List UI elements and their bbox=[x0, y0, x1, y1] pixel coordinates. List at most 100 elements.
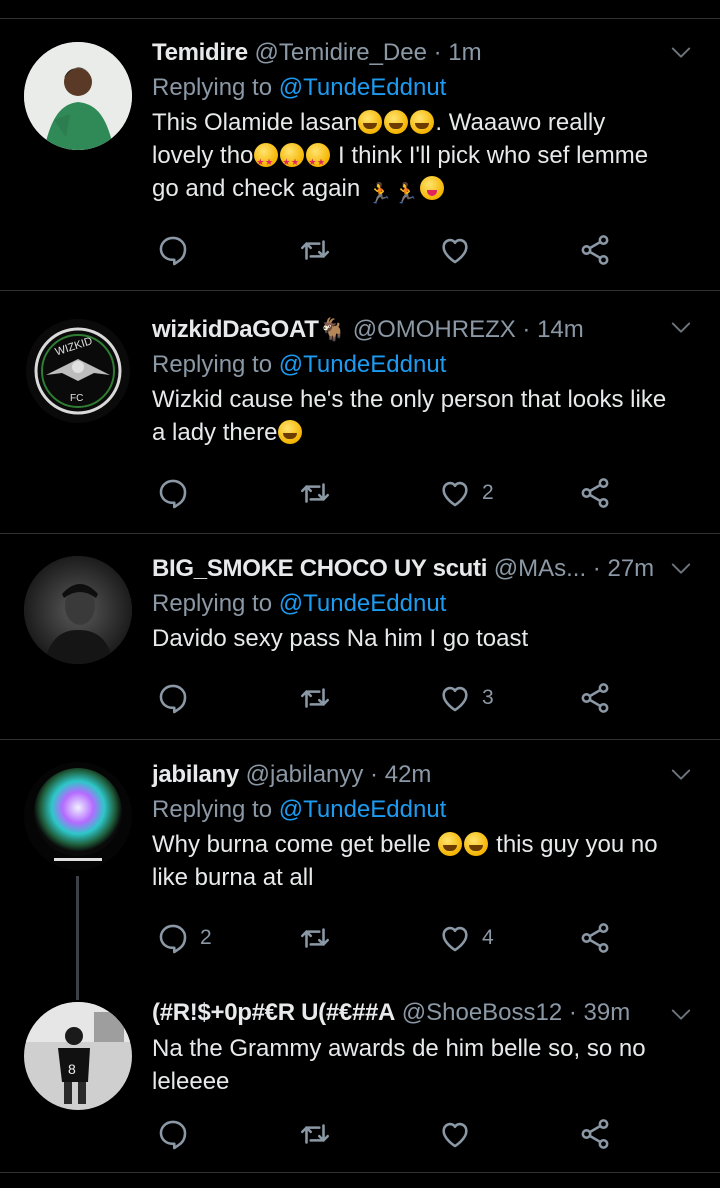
display-name[interactable]: BIG_SMOKE CHOCO UY scuti bbox=[152, 555, 487, 582]
running-emoji: 🏃 bbox=[367, 183, 393, 205]
user-handle[interactable]: @Temidire_Dee bbox=[255, 39, 427, 66]
timestamp[interactable]: 27m bbox=[607, 555, 654, 582]
share-button[interactable] bbox=[578, 1114, 612, 1154]
like-button[interactable]: 2 bbox=[438, 473, 494, 513]
tweet-header: Temidire @Temidire_Dee · 1m bbox=[152, 38, 696, 68]
avatar[interactable]: 8 bbox=[24, 1002, 132, 1110]
user-handle[interactable]: @MAs... bbox=[494, 555, 586, 582]
like-button[interactable]: 4 bbox=[438, 918, 494, 958]
retweet-icon bbox=[298, 476, 332, 510]
star-struck-emoji bbox=[306, 143, 331, 179]
tweet-text: Na the Grammy awards de him belle so, so… bbox=[152, 1032, 696, 1098]
display-name[interactable]: wizkidDaGOAT bbox=[152, 316, 319, 343]
grinning-emoji bbox=[384, 110, 409, 134]
user-handle[interactable]: @jabilanyy bbox=[246, 761, 364, 788]
like-button[interactable] bbox=[438, 1114, 482, 1154]
svg-text:8: 8 bbox=[68, 1061, 76, 1077]
mention-link[interactable]: @TundeEddnut bbox=[279, 590, 447, 617]
chevron-down-icon[interactable] bbox=[670, 558, 692, 580]
timestamp[interactable]: 42m bbox=[385, 761, 432, 788]
star-struck-emoji bbox=[254, 143, 279, 179]
retweet-button[interactable] bbox=[298, 230, 332, 270]
replying-to-label: Replying to bbox=[152, 74, 273, 101]
retweet-button[interactable] bbox=[298, 473, 332, 513]
user-handle[interactable]: @ShoeBoss12 bbox=[402, 999, 562, 1026]
share-button[interactable] bbox=[578, 473, 612, 513]
tweet-header: wizkidDaGOAT🐐 @OMOHREZX · 14m bbox=[152, 315, 696, 345]
timestamp[interactable]: 1m bbox=[448, 39, 481, 66]
divider bbox=[0, 533, 720, 534]
tweet-text-part: lovely tho bbox=[152, 142, 254, 169]
reply-icon bbox=[156, 233, 190, 267]
reply-button[interactable] bbox=[156, 678, 200, 718]
svg-text:FC: FC bbox=[70, 393, 83, 404]
separator-dot: · bbox=[426, 39, 449, 66]
display-name[interactable]: jabilany bbox=[152, 761, 239, 788]
replying-to: Replying to @TundeEddnut bbox=[152, 349, 696, 381]
mention-link[interactable]: @TundeEddnut bbox=[279, 351, 447, 378]
reply-button[interactable] bbox=[156, 473, 200, 513]
tweet-actions bbox=[152, 1114, 620, 1154]
reply-button[interactable]: 2 bbox=[156, 918, 212, 958]
divider bbox=[0, 290, 720, 291]
like-button[interactable] bbox=[438, 230, 482, 270]
chevron-down-icon[interactable] bbox=[670, 42, 692, 64]
tweet-text-part: Davido sexy pass Na him I go toast bbox=[152, 625, 529, 652]
reply-count: 2 bbox=[200, 926, 212, 949]
tweet-text: Wizkid cause he's the only person that l… bbox=[152, 383, 696, 449]
display-name[interactable]: Temidire bbox=[152, 39, 248, 66]
avatar[interactable] bbox=[24, 556, 132, 664]
tweet-actions bbox=[152, 230, 620, 270]
reply-icon bbox=[156, 1117, 190, 1151]
like-button[interactable]: 3 bbox=[438, 678, 494, 718]
reply-button[interactable] bbox=[156, 230, 200, 270]
mention-link[interactable]: @TundeEddnut bbox=[279, 796, 447, 823]
replying-to: Replying to @TundeEddnut bbox=[152, 72, 696, 104]
reply-icon bbox=[156, 681, 190, 715]
mention-link[interactable]: @TundeEddnut bbox=[279, 74, 447, 101]
timestamp[interactable]: 39m bbox=[584, 999, 631, 1026]
share-button[interactable] bbox=[578, 678, 612, 718]
share-icon bbox=[578, 476, 612, 510]
retweet-icon bbox=[298, 1117, 332, 1151]
replying-to: Replying to @TundeEddnut bbox=[152, 794, 696, 826]
goat-emoji: 🐐 bbox=[318, 317, 347, 342]
heart-icon bbox=[438, 681, 472, 715]
tweet-header: BIG_SMOKE CHOCO UY scuti @MAs... · 27m bbox=[152, 554, 696, 584]
divider bbox=[0, 1172, 720, 1173]
avatar[interactable] bbox=[24, 762, 132, 870]
chevron-down-icon[interactable] bbox=[670, 764, 692, 786]
timestamp[interactable]: 14m bbox=[537, 316, 584, 343]
reply-icon bbox=[156, 476, 190, 510]
replying-to-label: Replying to bbox=[152, 590, 273, 617]
tweet-text-part: leleeee bbox=[152, 1068, 230, 1095]
running-emoji: 🏃 bbox=[393, 183, 419, 205]
heart-icon bbox=[438, 1117, 472, 1151]
share-button[interactable] bbox=[578, 918, 612, 958]
reply-button[interactable] bbox=[156, 1114, 200, 1154]
retweet-button[interactable] bbox=[298, 678, 332, 718]
chevron-down-icon[interactable] bbox=[670, 1004, 692, 1026]
avatar[interactable] bbox=[24, 42, 132, 150]
tweet-actions: 2 bbox=[152, 473, 620, 513]
tweet-text-part: . Waaawo really bbox=[435, 109, 606, 136]
tweet-text-part: like burna at all bbox=[152, 864, 314, 891]
retweet-button[interactable] bbox=[298, 918, 332, 958]
replying-to: Replying to @TundeEddnut bbox=[152, 588, 696, 620]
user-handle[interactable]: @OMOHREZX bbox=[353, 316, 516, 343]
avatar[interactable]: WIZKID FC bbox=[24, 317, 132, 425]
tweet-text-part: I think I'll pick who sef lemme bbox=[331, 142, 649, 169]
separator-dot: · bbox=[515, 316, 538, 343]
separator-dot: · bbox=[586, 555, 608, 582]
heart-icon bbox=[438, 233, 472, 267]
chevron-down-icon[interactable] bbox=[670, 317, 692, 339]
display-name[interactable]: (#R!$+0p#€R U(#€##A bbox=[152, 999, 395, 1026]
like-count: 3 bbox=[482, 686, 494, 709]
replying-to-label: Replying to bbox=[152, 351, 273, 378]
tears-of-joy-emoji bbox=[278, 420, 303, 444]
retweet-button[interactable] bbox=[298, 1114, 332, 1154]
heart-icon bbox=[438, 476, 472, 510]
tweet-header: (#R!$+0p#€R U(#€##A @ShoeBoss12 · 39m bbox=[152, 998, 696, 1028]
tears-of-joy-emoji bbox=[464, 832, 489, 856]
share-button[interactable] bbox=[578, 230, 612, 270]
